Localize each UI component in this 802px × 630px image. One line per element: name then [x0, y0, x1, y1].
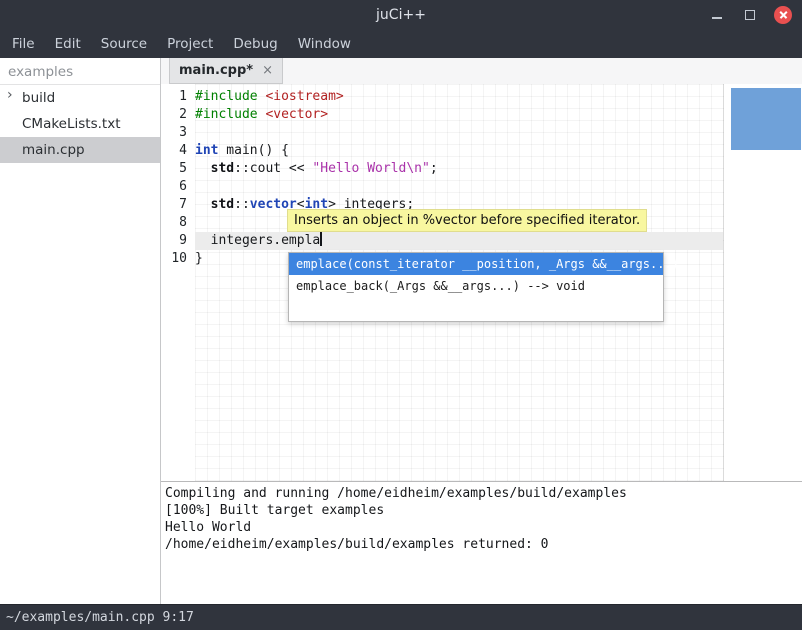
status-text: ~/examples/main.cpp 9:17: [6, 610, 194, 625]
line-number: 10: [161, 250, 195, 268]
maximize-button[interactable]: [741, 6, 759, 24]
sidebar-item-main-cpp[interactable]: main.cpp: [0, 137, 160, 163]
main-area: examples › build CMakeLists.txt main.cpp ma…: [0, 58, 802, 604]
window-title: juCi++: [376, 7, 426, 23]
file-tree-panel: examples › build CMakeLists.txt main.cpp: [0, 58, 161, 604]
line-number: 6: [161, 178, 195, 196]
completion-popup: emplace(const_iterator __position, _Args…: [288, 252, 664, 322]
code-line-2[interactable]: #include <vector>: [195, 106, 723, 124]
source-map[interactable]: [730, 84, 802, 481]
file-label: main.cpp: [22, 142, 85, 158]
terminal-line: /home/eidheim/examples/build/examples re…: [165, 536, 798, 553]
code-line-6[interactable]: [195, 178, 723, 196]
menu-item-source[interactable]: Source: [91, 31, 157, 57]
title-bar[interactable]: juCi++: [0, 0, 802, 30]
doc-tooltip: Inserts an object in %vector before spec…: [287, 209, 647, 232]
code-line-3[interactable]: [195, 124, 723, 142]
source-map-slider[interactable]: [731, 88, 801, 150]
file-label: build: [22, 90, 55, 106]
maximize-icon: [745, 10, 755, 20]
line-number: 3: [161, 124, 195, 142]
expander-chevron-icon[interactable]: ›: [7, 87, 13, 103]
app-window: juCi++ FileEditSourceProjectDebugWindow …: [0, 0, 802, 630]
tab-label: main.cpp*: [179, 63, 253, 78]
line-number: 2: [161, 106, 195, 124]
line-number: 8: [161, 214, 195, 232]
completion-item[interactable]: emplace_back(_Args &&__args...) --> void: [289, 275, 663, 297]
line-number: 1: [161, 88, 195, 106]
code-line-9[interactable]: integers.empla: [195, 232, 723, 250]
minimize-button[interactable]: [708, 6, 726, 24]
code-editor[interactable]: 12345678910 #include <iostream>#include …: [161, 84, 802, 481]
terminal-line: Hello World: [165, 519, 798, 536]
menu-item-project[interactable]: Project: [157, 31, 223, 57]
file-label: CMakeLists.txt: [22, 116, 121, 132]
terminal-line: [100%] Built target examples: [165, 502, 798, 519]
close-button[interactable]: [774, 6, 792, 24]
terminal-line: Compiling and running /home/eidheim/exam…: [165, 485, 798, 502]
menu-item-edit[interactable]: Edit: [45, 31, 91, 57]
menu-item-debug[interactable]: Debug: [223, 31, 287, 57]
line-number: 4: [161, 142, 195, 160]
menu-item-file[interactable]: File: [2, 31, 45, 57]
line-number: 5: [161, 160, 195, 178]
tab-main-cpp[interactable]: main.cpp* ×: [169, 58, 283, 84]
menu-bar: FileEditSourceProjectDebugWindow: [0, 30, 802, 58]
text-caret: [320, 232, 322, 246]
code-line-4[interactable]: int main() {: [195, 142, 723, 160]
tab-bar: main.cpp* ×: [161, 58, 802, 85]
line-number: 9: [161, 232, 195, 250]
status-bar: ~/examples/main.cpp 9:17: [0, 604, 802, 630]
tab-close-icon[interactable]: ×: [262, 63, 273, 78]
line-number: 7: [161, 196, 195, 214]
completion-item[interactable]: emplace(const_iterator __position, _Args…: [289, 253, 663, 275]
file-tree: › build CMakeLists.txt main.cpp: [0, 85, 160, 163]
window-controls: [708, 0, 792, 30]
sidebar-item-build[interactable]: › build: [0, 85, 160, 111]
minimize-icon: [712, 17, 722, 19]
build-output-panel[interactable]: Compiling and running /home/eidheim/exam…: [161, 481, 802, 610]
menu-item-window[interactable]: Window: [288, 31, 361, 57]
code-line-1[interactable]: #include <iostream>: [195, 88, 723, 106]
code-line-5[interactable]: std::cout << "Hello World\n";: [195, 160, 723, 178]
line-number-gutter: 12345678910: [161, 84, 195, 268]
project-name: examples: [0, 58, 160, 85]
sidebar-item-cmakelists-txt[interactable]: CMakeLists.txt: [0, 111, 160, 137]
